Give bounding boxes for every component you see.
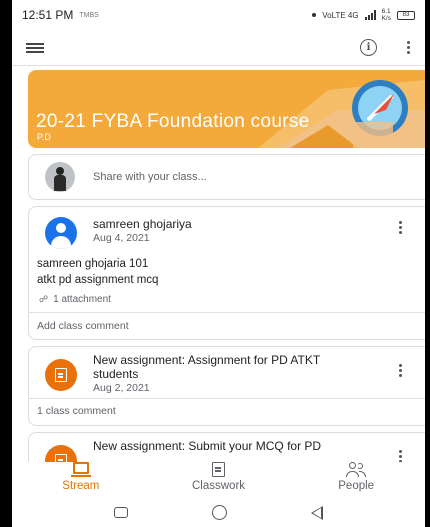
recents-icon[interactable] xyxy=(114,507,128,518)
nav-stream-label: Stream xyxy=(62,480,100,492)
banner-illustration xyxy=(258,80,425,148)
speed-readout: 6.1 K/s xyxy=(382,8,391,22)
class-section: P.D xyxy=(37,132,51,142)
class-banner[interactable]: 20-21 FYBA Foundation course P.D xyxy=(28,70,425,148)
assignment-more-icon[interactable] xyxy=(397,364,403,377)
nav-stream[interactable]: Stream xyxy=(12,462,150,498)
nav-people-label: People xyxy=(338,480,375,492)
nav-people[interactable]: People xyxy=(287,462,425,498)
assignment-header: New assignment: Assignment for PD ATKT s… xyxy=(29,353,425,394)
status-notification-label: TMBS xyxy=(79,11,99,19)
attachment-link[interactable]: ☍ 1 attachment xyxy=(39,294,111,305)
nav-classwork-label: Classwork xyxy=(191,480,246,492)
announcement-card[interactable]: samreen ghojariya Aug 4, 2021 samreen gh… xyxy=(28,206,425,340)
system-navigation xyxy=(12,498,425,527)
home-icon[interactable] xyxy=(212,505,227,520)
user-avatar-icon xyxy=(45,217,77,249)
add-class-comment[interactable]: Add class comment xyxy=(37,320,129,332)
share-box[interactable]: Share with your class... xyxy=(28,154,425,200)
network-label: VoLTE 4G xyxy=(322,10,359,20)
app-bar-actions: i xyxy=(360,39,411,56)
speed-unit: K/s xyxy=(381,15,391,22)
signal-icon xyxy=(364,10,376,20)
assignment-meta: New assignment: Assignment for PD ATKT s… xyxy=(93,353,343,394)
post-line-1: samreen ghojaria 101 xyxy=(37,258,149,270)
share-placeholder: Share with your class... xyxy=(93,171,207,183)
info-icon[interactable]: i xyxy=(360,39,377,56)
class-comments-link[interactable]: 1 class comment xyxy=(37,405,116,417)
post-date: Aug 4, 2021 xyxy=(93,232,150,244)
post-body: samreen ghojaria 101 atkt pd assignment … xyxy=(37,256,158,288)
back-icon[interactable] xyxy=(311,505,323,520)
post-more-icon[interactable] xyxy=(397,221,403,234)
nav-classwork[interactable]: Classwork xyxy=(150,462,288,498)
post-meta: samreen ghojariya Aug 4, 2021 xyxy=(93,217,192,244)
app-bar: i xyxy=(12,30,425,66)
battery-icon: 83 xyxy=(397,10,415,20)
attachment-count: 1 attachment xyxy=(53,294,111,305)
speed-value: 6.1 xyxy=(381,8,391,15)
classwork-icon xyxy=(212,462,225,477)
battery-level: 83 xyxy=(402,12,410,18)
status-dot-icon xyxy=(312,13,317,17)
bottom-navigation: Stream Classwork People xyxy=(12,462,425,498)
assignment-doc-icon xyxy=(45,359,77,391)
status-right: VoLTE 4G 6.1 K/s 83 xyxy=(312,8,415,22)
divider xyxy=(29,398,425,399)
assignment-card[interactable]: New assignment: Assignment for PD ATKT s… xyxy=(28,346,425,426)
stream-icon xyxy=(70,462,91,477)
post-line-2: atkt pd assignment mcq xyxy=(37,274,159,286)
assignment-title: New assignment: Submit your MCQ for PD xyxy=(93,439,322,453)
hamburger-icon[interactable] xyxy=(26,42,44,53)
avatar xyxy=(45,162,75,192)
post-author: samreen ghojariya xyxy=(93,217,192,231)
status-time: 12:51 PM xyxy=(22,8,74,22)
paperclip-icon: ☍ xyxy=(39,294,49,304)
assignment-meta: New assignment: Submit your MCQ for PD xyxy=(93,439,343,453)
assignment-title: New assignment: Assignment for PD ATKT s… xyxy=(93,353,320,381)
assignment-date: Aug 2, 2021 xyxy=(93,382,150,394)
post-header: samreen ghojariya Aug 4, 2021 xyxy=(29,217,425,249)
people-icon xyxy=(346,462,367,477)
divider xyxy=(29,312,425,313)
more-options-icon[interactable] xyxy=(405,41,411,54)
status-bar: 12:51 PM TMBS VoLTE 4G 6.1 K/s 83 xyxy=(12,0,425,30)
phone-screen: 12:51 PM TMBS VoLTE 4G 6.1 K/s 83 i 20-2… xyxy=(12,0,425,527)
class-title: 20-21 FYBA Foundation course xyxy=(36,111,310,132)
